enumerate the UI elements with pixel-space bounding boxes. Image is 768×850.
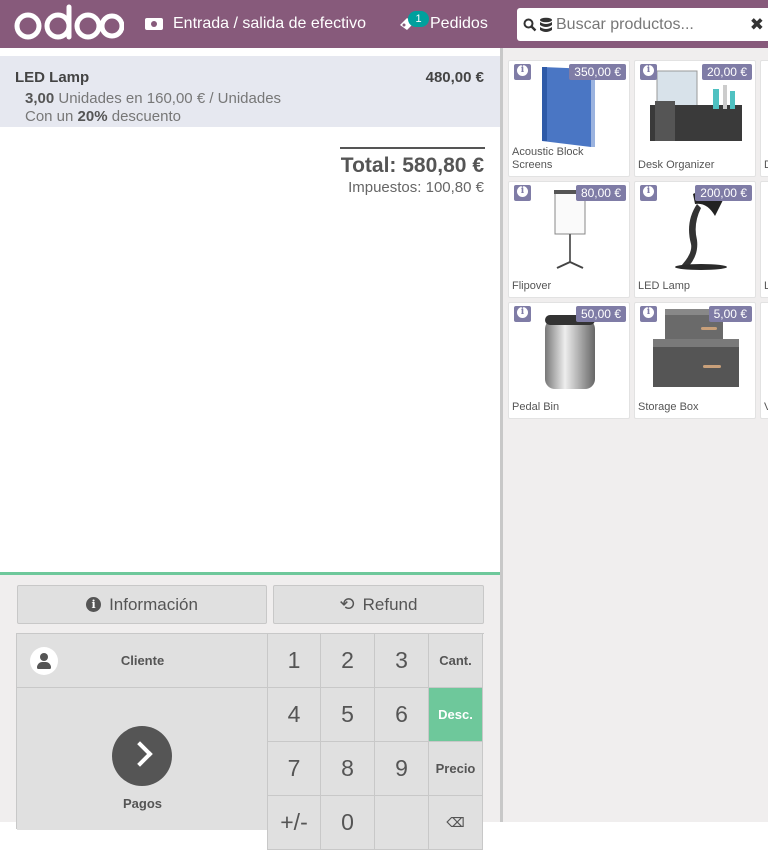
product-card[interactable]: 200,00 € LED Lamp [634, 181, 756, 298]
product-name: LED Lamp [638, 280, 690, 292]
numpad-key-3[interactable]: 3 [375, 634, 429, 688]
information-label: Información [109, 594, 198, 614]
sign-toggle-button[interactable]: +/- [267, 796, 321, 850]
order-line-product: LED Lamp [15, 69, 90, 86]
numpad-key-7[interactable]: 7 [267, 742, 321, 796]
info-icon[interactable] [640, 64, 657, 80]
product-price: 200,00 € [695, 185, 752, 201]
taxes-label: Impuestos: [348, 179, 422, 196]
info-icon[interactable] [640, 185, 657, 201]
product-name: Flipover [512, 280, 552, 292]
product-grid: 350,00 € Acoustic Block Screens 20,00 € … [503, 48, 768, 822]
control-pad: i Información ⟲ Refund Cliente Pagos 123… [0, 572, 500, 850]
numpad-key-5[interactable]: 5 [321, 688, 375, 742]
order-line-qty: 3,00 [25, 90, 55, 107]
order-total: Total: 580,80 € [341, 154, 484, 178]
total-divider [340, 147, 485, 149]
undo-icon: ⟲ [339, 594, 355, 614]
info-icon[interactable] [514, 64, 531, 80]
product-card[interactable]: 50,00 € Pedal Bin [508, 302, 630, 419]
product-card[interactable]: 20,00 € Desk Organizer [634, 60, 756, 177]
customer-button[interactable]: Cliente [17, 634, 268, 688]
order-panel: LED Lamp 480,00 € 3,00 Unidades en 160,0… [0, 48, 500, 850]
numpad-key-9[interactable]: 9 [375, 742, 429, 796]
numpad-blank-key[interactable] [375, 796, 429, 850]
product-card[interactable]: 80,00 € Flipover [508, 181, 630, 298]
orders-label: Pedidos [430, 15, 488, 32]
top-bar: Entrada / salida de efectivo Pedidos 1 ✖ [0, 0, 768, 48]
cash-in-out-button[interactable]: Entrada / salida de efectivo [145, 0, 366, 48]
cash-in-out-label: Entrada / salida de efectivo [173, 15, 367, 32]
product-card[interactable]: 5,00 € Storage Box [634, 302, 756, 419]
numpad-key-1[interactable]: 1 [267, 634, 321, 688]
numpad-key-8[interactable]: 8 [321, 742, 375, 796]
backspace-button[interactable]: ⌫ [429, 796, 483, 850]
info-icon[interactable] [514, 306, 531, 322]
product-name: D [764, 159, 768, 172]
product-price: 50,00 € [575, 306, 626, 322]
product-name: Pedal Bin [512, 401, 560, 413]
product-name: Storage Box [638, 401, 699, 413]
refund-label: Refund [362, 594, 418, 614]
taxes-value: 100,80 € [425, 179, 484, 196]
product-price: 350,00 € [569, 64, 626, 80]
clear-search-icon[interactable]: ✖ [750, 15, 764, 35]
info-icon: i [86, 597, 102, 612]
customer-label: Cliente [120, 653, 165, 668]
numpad-key-6[interactable]: 6 [375, 688, 429, 742]
order-line[interactable]: LED Lamp 480,00 € 3,00 Unidades en 160,0… [0, 56, 500, 127]
odoo-logo [14, 4, 124, 40]
product-name: L [764, 280, 768, 293]
numpad-key-2[interactable]: 2 [321, 634, 375, 688]
search-input[interactable] [556, 15, 736, 34]
total-label: Total: [340, 154, 397, 177]
product-card-partial[interactable]: L [760, 181, 768, 298]
product-price: 20,00 € [701, 64, 752, 80]
product-card-partial[interactable]: V [760, 302, 768, 419]
database-icon [540, 17, 552, 32]
product-card-partial[interactable]: D [760, 60, 768, 177]
product-name: Acoustic Block Screens [512, 146, 584, 171]
order-line-unit: Unidades en 160,00 € / Unidades [58, 90, 282, 107]
product-price: 80,00 € [575, 185, 626, 201]
discount-prefix: Con un [25, 108, 74, 125]
order-line-price: 480,00 € [425, 69, 484, 86]
search-icon [523, 18, 537, 31]
action-pad: Cliente Pagos [16, 633, 268, 830]
product-price: 5,00 € [708, 306, 752, 322]
quantity-mode-button[interactable]: Cant. [429, 634, 483, 688]
refund-button[interactable]: ⟲ Refund [273, 585, 484, 624]
numpad-key-0[interactable]: 0 [321, 796, 375, 850]
discount-mode-button[interactable]: Desc. [429, 688, 483, 742]
order-taxes: Impuestos: 100,80 € [348, 179, 484, 196]
order-line-discount: Con un 20% descuento [25, 108, 181, 125]
numpad-key-4[interactable]: 4 [267, 688, 321, 742]
orders-count-badge: 1 [408, 11, 429, 27]
discount-value: 20% [77, 108, 108, 125]
product-name: V [764, 401, 768, 414]
payment-button[interactable]: Pagos [17, 688, 268, 830]
numpad: 1 2 3 Cant. 4 5 6 Desc. 7 8 9 Precio +/- 0 ⌫ [267, 633, 484, 850]
info-icon[interactable] [514, 185, 531, 201]
total-value: 580,80 € [402, 154, 484, 177]
discount-suffix: descuento [111, 108, 181, 125]
money-icon [145, 18, 163, 30]
price-mode-button[interactable]: Precio [429, 742, 483, 796]
information-button[interactable]: i Información [17, 585, 267, 624]
search-bar[interactable]: ✖ [517, 8, 768, 41]
product-name: Desk Organizer [638, 159, 715, 171]
info-icon[interactable] [640, 306, 657, 322]
product-card[interactable]: 350,00 € Acoustic Block Screens [508, 60, 630, 177]
chevron-right-icon [112, 726, 172, 786]
order-line-quantity: 3,00 Unidades en 160,00 € / Unidades [25, 90, 281, 107]
payment-label: Pagos [122, 796, 162, 811]
